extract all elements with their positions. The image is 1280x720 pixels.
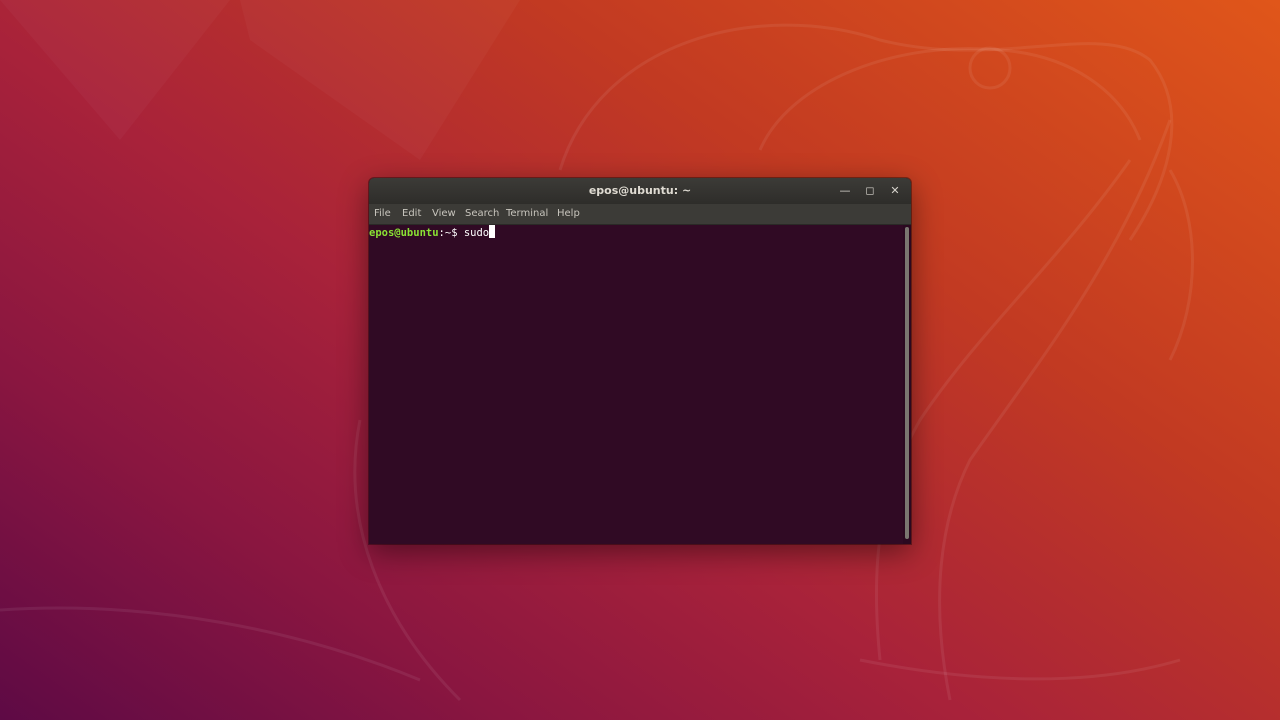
menu-bar: File Edit View Search Terminal Help <box>369 204 911 225</box>
menu-view[interactable]: View <box>432 204 456 224</box>
command-text: sudo <box>463 227 490 239</box>
terminal-window[interactable]: epos@ubuntu: ~ — ◻ ✕ File Edit View Sear… <box>369 178 911 544</box>
window-titlebar[interactable]: epos@ubuntu: ~ — ◻ ✕ <box>369 178 911 204</box>
menu-edit[interactable]: Edit <box>402 204 421 224</box>
maximize-button[interactable]: ◻ <box>862 183 878 199</box>
text-cursor <box>489 225 496 238</box>
minimize-icon: — <box>839 184 851 197</box>
window-title: epos@ubuntu: ~ <box>588 184 692 197</box>
menu-terminal[interactable]: Terminal <box>506 204 548 224</box>
prompt-path: :~$ <box>438 227 464 239</box>
terminal-output[interactable]: epos@ubuntu:~$ sudo <box>369 225 903 544</box>
maximize-icon: ◻ <box>865 184 875 197</box>
menu-search[interactable]: Search <box>465 204 499 224</box>
scrollbar[interactable] <box>903 225 911 544</box>
prompt-line: epos@ubuntu:~$ sudo <box>369 225 496 239</box>
scrollbar-thumb[interactable] <box>905 227 909 539</box>
menu-help[interactable]: Help <box>557 204 580 224</box>
close-button[interactable]: ✕ <box>887 183 903 199</box>
prompt-user-host: epos@ubuntu <box>369 227 439 239</box>
close-icon: ✕ <box>890 184 900 197</box>
minimize-button[interactable]: — <box>837 183 853 199</box>
menu-file[interactable]: File <box>374 204 391 224</box>
